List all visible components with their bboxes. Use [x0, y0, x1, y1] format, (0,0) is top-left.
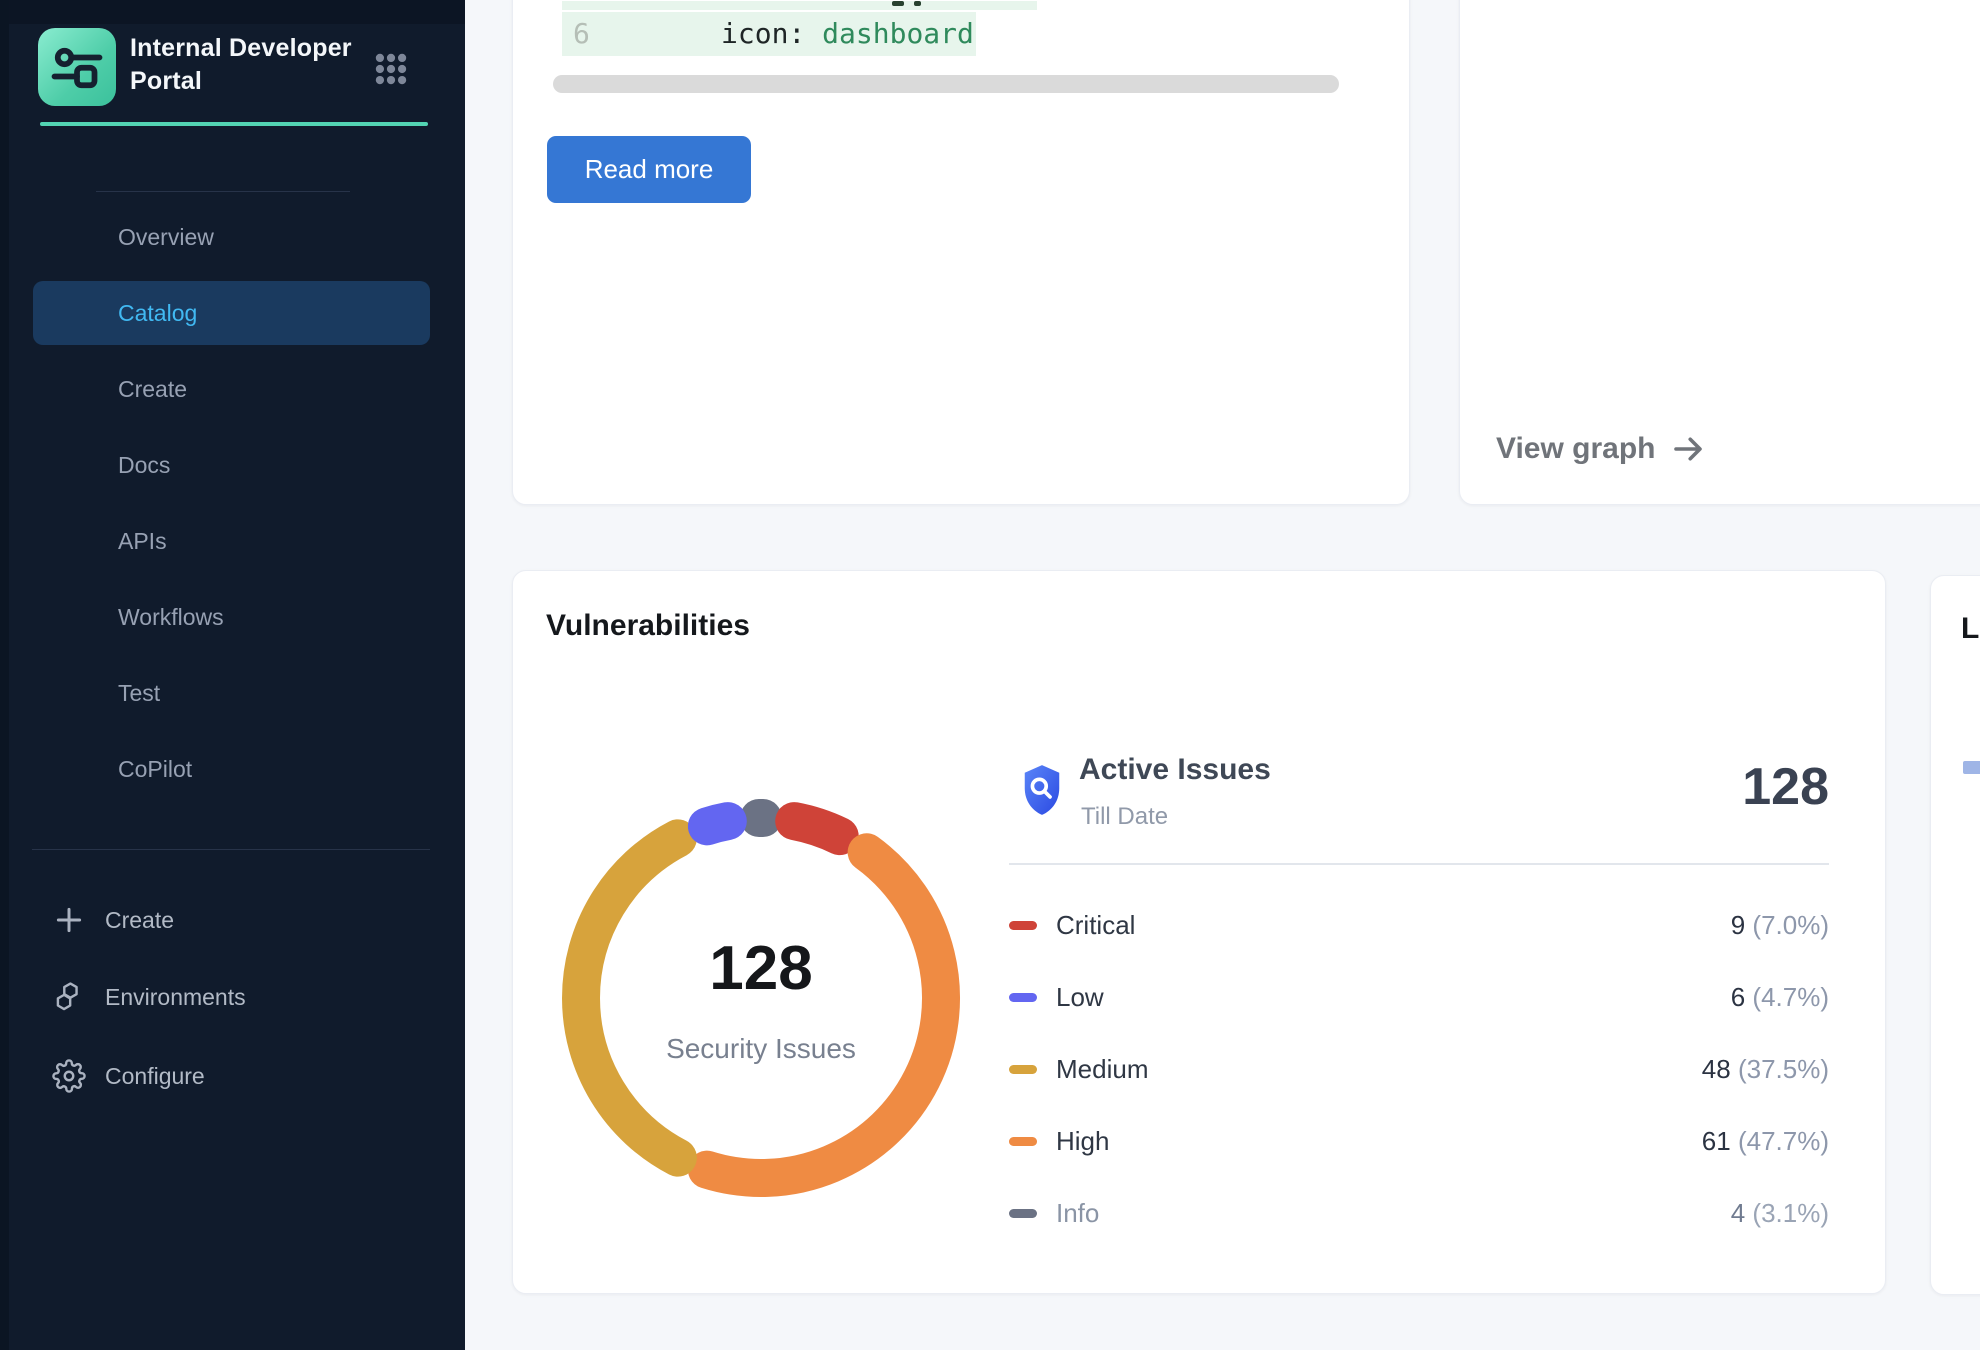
- plus-icon: [52, 903, 86, 937]
- active-issues-total: 128: [1529, 757, 1829, 817]
- apps-grid-icon[interactable]: [372, 50, 410, 88]
- yaml-key: icon:: [721, 17, 805, 50]
- shield-search-icon: [1019, 761, 1065, 819]
- read-more-button[interactable]: Read more: [547, 136, 751, 203]
- sidebar-item-docs[interactable]: Docs: [33, 427, 430, 503]
- donut-segment-low[interactable]: [707, 821, 728, 826]
- arrow-right-icon: [1670, 431, 1706, 467]
- code-text: icon: dashboard: [721, 12, 974, 56]
- sidebar-item-label: Test: [118, 680, 160, 707]
- app-title: Internal Developer Portal: [130, 32, 380, 98]
- legend-label: Info: [1056, 1198, 1099, 1229]
- sidebar-item-test[interactable]: Test: [33, 655, 430, 731]
- sidebar-item-copilot[interactable]: CoPilot: [33, 731, 430, 807]
- app-logo[interactable]: [38, 28, 116, 106]
- yaml-value: dashboard: [822, 17, 974, 50]
- languages-card-partial: L: [1930, 575, 1980, 1295]
- legend-percent: (37.5%): [1738, 1054, 1829, 1084]
- legend-percent: (7.0%): [1752, 910, 1829, 940]
- legend-row-medium: Medium 48 (37.5%): [1009, 1033, 1829, 1105]
- active-issues-title: Active Issues: [1079, 753, 1271, 787]
- workflow-nodes-icon: [47, 37, 107, 97]
- sidebar-item-create-bottom[interactable]: Create: [0, 884, 465, 956]
- sidebar-item-label: APIs: [118, 528, 167, 555]
- sidebar-item-label: Workflows: [118, 604, 224, 631]
- legend-count: 9: [1731, 910, 1745, 940]
- legend-value: 61 (47.7%): [1702, 1126, 1829, 1157]
- sidebar-item-create[interactable]: Create: [33, 351, 430, 427]
- sidebar-accent-rule: [40, 122, 428, 126]
- legend-color-pill: [1009, 993, 1037, 1002]
- legend-color-pill: [1009, 1209, 1037, 1218]
- legend-color-pill: [1009, 1065, 1037, 1074]
- internal-developer-portal-page: Internal Developer Portal Overview Catalo…: [0, 0, 1980, 1350]
- vulnerabilities-card: Vulnerabilities 128 Security Issues Acti…: [512, 570, 1886, 1294]
- legend-count: 61: [1702, 1126, 1731, 1156]
- sidebar-item-environments[interactable]: Environments: [0, 961, 465, 1033]
- card-title: Vulnerabilities: [546, 609, 750, 643]
- sidebar-item-label: Catalog: [118, 300, 197, 327]
- sidebar-item-label: Create: [118, 376, 187, 403]
- gear-icon: [52, 1059, 86, 1093]
- sidebar-nav: Overview Catalog Create Docs APIs Workflows Te…: [33, 199, 430, 807]
- legend-color-pill: [1009, 1137, 1037, 1146]
- legend-label: Low: [1056, 982, 1104, 1013]
- legend-value: 9 (7.0%): [1731, 910, 1829, 941]
- panel-divider: [1009, 863, 1829, 865]
- security-issues-donut-chart[interactable]: 128 Security Issues: [541, 778, 981, 1218]
- legend-label: Medium: [1056, 1054, 1148, 1085]
- sidebar-item-overview[interactable]: Overview: [33, 199, 430, 275]
- legend-label: Critical: [1056, 910, 1135, 941]
- donut-segment-critical[interactable]: [794, 821, 840, 836]
- hexagons-icon: [52, 980, 86, 1014]
- card-title-partial: L: [1961, 612, 1979, 646]
- active-issues-subtitle: Till Date: [1081, 803, 1168, 831]
- legend-row-low: Low 6 (4.7%): [1009, 961, 1829, 1033]
- donut-center-label: Security Issues: [541, 1033, 981, 1065]
- code-line-number: 6: [573, 12, 590, 56]
- view-graph-link[interactable]: View graph: [1496, 431, 1706, 467]
- footer-item-label: Configure: [105, 1063, 205, 1090]
- footer-item-label: Environments: [105, 984, 246, 1011]
- graph-card: View graph: [1459, 0, 1980, 505]
- sidebar-top-band: [0, 0, 465, 24]
- sidebar-item-configure[interactable]: Configure: [0, 1040, 465, 1112]
- legend-percent: (4.7%): [1752, 982, 1829, 1012]
- legend-row-critical: Critical 9 (7.0%): [1009, 889, 1829, 961]
- legend-row-high: High 61 (47.7%): [1009, 1105, 1829, 1177]
- legend-value: 4 (3.1%): [1731, 1198, 1829, 1229]
- view-graph-label: View graph: [1496, 432, 1656, 466]
- legend-value: 6 (4.7%): [1731, 982, 1829, 1013]
- legend-value: 48 (37.5%): [1702, 1054, 1829, 1085]
- legend-color-pill: [1009, 921, 1037, 930]
- legend-count: 4: [1731, 1198, 1745, 1228]
- donut-segment-high[interactable]: [707, 852, 941, 1178]
- code-line-5-partial: [562, 1, 1037, 10]
- donut-center-value: 128: [541, 936, 981, 1002]
- bar-chart-fragment: [1963, 761, 1980, 774]
- sidebar-edge-gutter: [0, 0, 9, 1350]
- legend-count: 48: [1702, 1054, 1731, 1084]
- sidebar-item-catalog[interactable]: Catalog: [33, 281, 430, 345]
- sidebar-item-workflows[interactable]: Workflows: [33, 579, 430, 655]
- legend-percent: (3.1%): [1752, 1198, 1829, 1228]
- sidebar-item-apis[interactable]: APIs: [33, 503, 430, 579]
- legend-row-info: Info 4 (3.1%): [1009, 1177, 1829, 1249]
- sidebar-item-label: Docs: [118, 452, 170, 479]
- sidebar-divider-bottom: [32, 849, 430, 850]
- legend-label: High: [1056, 1126, 1109, 1157]
- sidebar-item-label: Overview: [118, 224, 214, 251]
- docs-preview-card: 6 icon: dashboard Read more: [512, 0, 1410, 505]
- legend-count: 6: [1731, 982, 1745, 1012]
- sidebar-item-label: CoPilot: [118, 756, 192, 783]
- severity-legend: Critical 9 (7.0%) Low 6 (4.7%) Medium 48…: [1009, 889, 1829, 1249]
- legend-percent: (47.7%): [1738, 1126, 1829, 1156]
- footer-item-label: Create: [105, 907, 174, 934]
- sidebar-divider-top: [96, 191, 350, 192]
- horizontal-scrollbar[interactable]: [553, 75, 1339, 93]
- code-line-6: 6 icon: dashboard: [562, 12, 976, 56]
- sidebar: Internal Developer Portal Overview Catalo…: [0, 0, 465, 1350]
